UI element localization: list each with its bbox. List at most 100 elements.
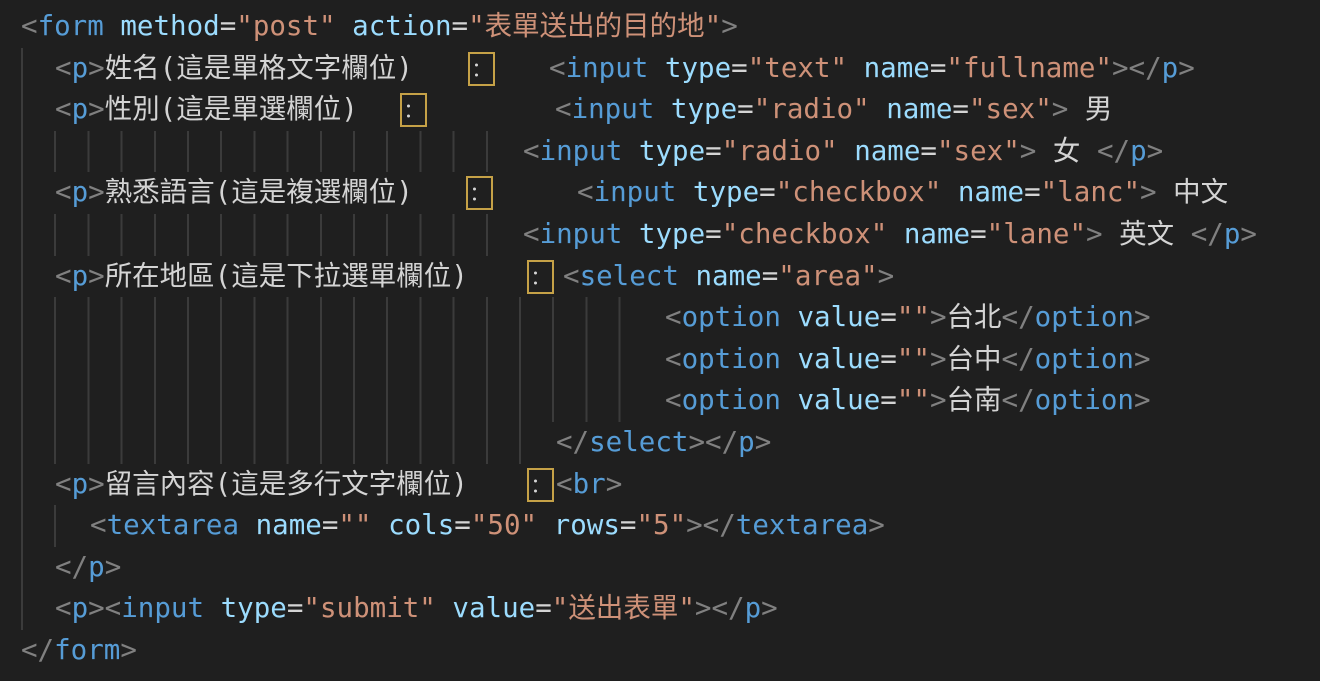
code-run: <input type="checkbox" name="lane"> 英文 <… (523, 214, 1257, 256)
token: < (665, 301, 682, 333)
token: action (352, 10, 451, 42)
token: 性別(這是單選欄位) (105, 93, 358, 125)
token: "50" (471, 509, 537, 541)
token: </ (556, 426, 589, 458)
token: "lanc" (1041, 176, 1140, 208)
token: > (761, 592, 778, 624)
token (781, 343, 798, 375)
token: "" (897, 343, 930, 375)
token (847, 52, 864, 84)
token: >< (88, 592, 121, 624)
token: "text" (748, 52, 847, 84)
code-run: <input type="radio" name="sex"> 女 </p> (523, 131, 1163, 173)
token: input (540, 135, 623, 167)
token: cols (388, 509, 454, 541)
code-line-13[interactable]: <textarea name="" cols="50" rows="5"></t… (0, 505, 1320, 547)
token: < (55, 93, 72, 125)
token (622, 218, 639, 250)
token: textarea (736, 509, 868, 541)
token: < (556, 468, 573, 500)
token: > (1240, 218, 1257, 250)
code-editor[interactable]: <form method="post" action="表單送出的目的地"><p… (0, 0, 1320, 681)
token: = (535, 592, 552, 624)
token (887, 218, 904, 250)
token: name (958, 176, 1024, 208)
indent-guide (21, 297, 621, 339)
indent-guide (21, 505, 56, 547)
code-run: <p>姓名(這是單格文字欄位) (55, 48, 413, 90)
code-line-4[interactable]: <input type="radio" name="sex"> 女 </p> (0, 131, 1320, 173)
indent-guide (21, 89, 23, 131)
token: p (1130, 135, 1147, 167)
token: p (738, 426, 755, 458)
token: option (1035, 301, 1134, 333)
code-line-14[interactable]: </p> (0, 547, 1320, 589)
token: < (577, 176, 594, 208)
token: < (665, 384, 682, 416)
token: input (540, 218, 623, 250)
code-line-3[interactable]: <p>性別(這是單選欄位) ： <input type="radio" name="… (0, 89, 1320, 131)
token: p (745, 592, 762, 624)
code-line-6[interactable]: <input type="checkbox" name="lane"> 英文 <… (0, 214, 1320, 256)
indent-guide (21, 464, 23, 506)
code-line-7[interactable]: <p>所在地區(這是下拉選單欄位)：<select name="area"> (0, 256, 1320, 298)
token: select (580, 260, 679, 292)
code-run: <p><input type="submit" value="送出表單"></p… (55, 588, 778, 630)
token (372, 509, 389, 541)
code-run: <option value="">台中</option> (665, 339, 1151, 381)
token: value (797, 384, 880, 416)
code-line-5[interactable]: <p>熟悉語言(這是複選欄位)：<input type="checkbox" n… (0, 172, 1320, 214)
token: = (287, 592, 304, 624)
code-line-8[interactable]: <option value="">台北</option> (0, 297, 1320, 339)
token: < (563, 260, 580, 292)
code-run: <p>性別(這是單選欄位) (55, 89, 358, 131)
code-line-12[interactable]: <p>留言內容(這是多行文字欄位)：<br> (0, 464, 1320, 506)
token: > (1052, 93, 1069, 125)
token: type (639, 218, 705, 250)
code-line-11[interactable]: </select></p> (0, 422, 1320, 464)
code-line-16[interactable]: </form> (0, 630, 1320, 672)
code-line-1[interactable]: <form method="post" action="表單送出的目的地"> (0, 6, 1320, 48)
token (654, 93, 671, 125)
token: input (594, 176, 677, 208)
token: name (864, 52, 930, 84)
token: type (665, 52, 731, 84)
unicode-highlight-box: ： (400, 93, 427, 127)
code-run: <p>所在地區(這是下拉選單欄位) (55, 256, 468, 298)
token: > (1140, 176, 1157, 208)
unicode-highlight-box: ： (466, 176, 493, 210)
indent-guide (21, 131, 488, 173)
token: option (682, 301, 781, 333)
token: = (705, 135, 722, 167)
code-line-15[interactable]: <p><input type="submit" value="送出表單"></p… (0, 588, 1320, 630)
token: < (555, 93, 572, 125)
code-run: </p> (55, 547, 121, 589)
token: 姓名(這是單格文字欄位) (105, 52, 413, 84)
code-line-2[interactable]: <p>姓名(這是單格文字欄位)：<input type="text" name=… (0, 48, 1320, 90)
token (870, 93, 887, 125)
token: 留言內容(這是多行文字欄位) (105, 468, 468, 500)
token: "radio" (722, 135, 838, 167)
token: form (54, 634, 120, 666)
token (941, 176, 958, 208)
token: 所在地區(這是下拉選單欄位) (105, 260, 468, 292)
token: </ (1002, 384, 1035, 416)
token: > (606, 468, 623, 500)
token: < (665, 343, 682, 375)
token (648, 52, 665, 84)
token (679, 260, 696, 292)
token: input (121, 592, 204, 624)
token: > (88, 260, 105, 292)
token: value (797, 343, 880, 375)
code-line-10[interactable]: <option value="">台南</option> (0, 380, 1320, 422)
token (781, 301, 798, 333)
code-run: <input type="radio" name="sex"> 男 (555, 89, 1112, 131)
token: = (930, 52, 947, 84)
token: 英文 (1103, 218, 1191, 250)
code-line-9[interactable]: <option value="">台中</option> (0, 339, 1320, 381)
token: > (930, 301, 947, 333)
indent-guide (21, 48, 23, 90)
token: = (454, 509, 471, 541)
token: p (72, 592, 89, 624)
token (336, 10, 353, 42)
